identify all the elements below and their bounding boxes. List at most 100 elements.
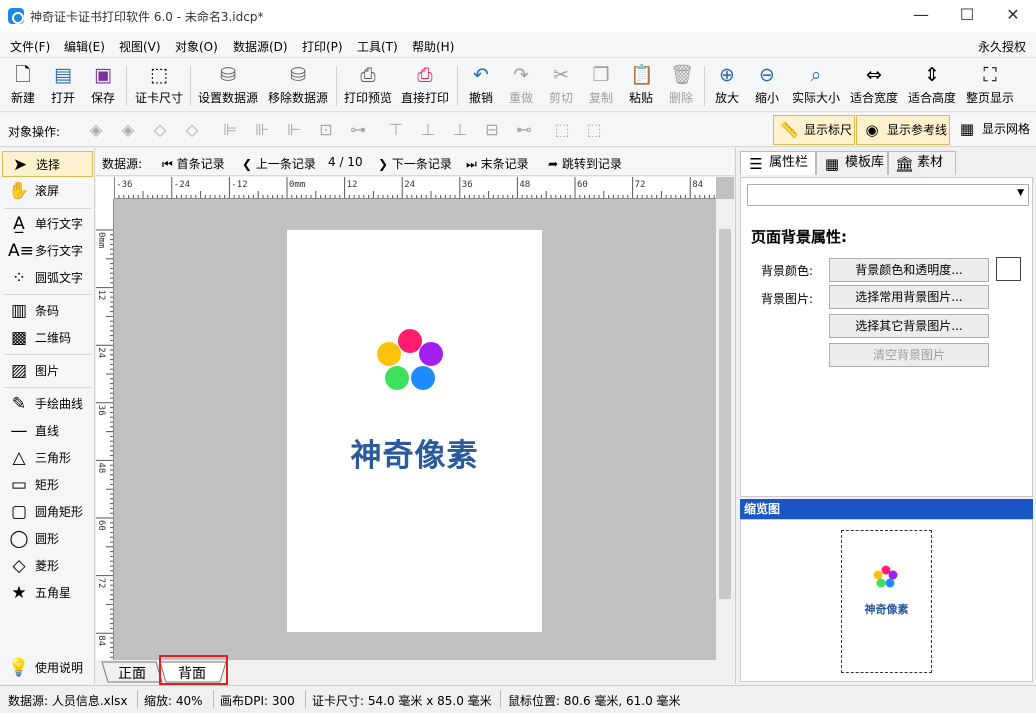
next-record-button[interactable]: ❯ 下一条记录 bbox=[378, 155, 452, 172]
tool-qrcode[interactable]: ▩ 二维码 bbox=[2, 325, 93, 351]
card-size-icon: ⬚ bbox=[150, 64, 168, 86]
align-bottom-icon[interactable]: ⊥ bbox=[450, 120, 470, 140]
menu-help[interactable]: 帮助(H) bbox=[412, 38, 454, 55]
bg-color-button[interactable]: 背景颜色和透明度... bbox=[829, 258, 989, 282]
zoom-in-button[interactable]: ⊕ 放大 bbox=[712, 62, 742, 110]
paste-icon: 📋 bbox=[630, 64, 654, 86]
undo-button[interactable]: ↶ 撤销 bbox=[466, 62, 496, 110]
menu-print[interactable]: 打印(P) bbox=[302, 38, 343, 55]
save-button[interactable]: ▣ 保存 bbox=[88, 62, 118, 110]
tool-round-rect[interactable]: ▢ 圆角矩形 bbox=[2, 499, 93, 525]
cut-button[interactable]: ✂ 剪切 bbox=[546, 62, 576, 110]
new-button[interactable]: 🗋 新建 bbox=[8, 62, 38, 110]
last-record-button[interactable]: ⏭ 末条记录 bbox=[466, 155, 529, 172]
other-bg-button[interactable]: 选择其它背景图片... bbox=[829, 314, 989, 338]
delete-button[interactable]: 🗑 删除 bbox=[666, 62, 696, 110]
backward-icon[interactable]: ◇ bbox=[182, 120, 202, 140]
menu-edit[interactable]: 编辑(E) bbox=[64, 38, 105, 55]
actual-size-button[interactable]: ⌕ 实际大小 bbox=[790, 62, 842, 110]
tool-single-text[interactable]: A̲ 单行文字 bbox=[2, 211, 93, 237]
jump-record-button[interactable]: ➦ 跳转到记录 bbox=[548, 155, 622, 172]
menu-file[interactable]: 文件(F) bbox=[10, 38, 50, 55]
tool-triangle[interactable]: △ 三角形 bbox=[2, 445, 93, 471]
status-zoom: 缩放: 40% bbox=[144, 694, 203, 708]
thumbnail-card[interactable]: 神奇像素 bbox=[841, 530, 932, 673]
common-bg-button[interactable]: 选择常用背景图片... bbox=[829, 285, 989, 309]
card-logo-text[interactable]: 神奇像素 bbox=[287, 430, 542, 475]
clear-bg-button[interactable]: 清空背景图片 bbox=[829, 343, 989, 367]
align-center-icon[interactable]: ⊪ bbox=[252, 120, 272, 140]
tab-materials[interactable]: 🏛素材库 bbox=[888, 151, 956, 192]
help-button[interactable]: 💡 使用说明 bbox=[2, 655, 93, 681]
show-ruler-toggle[interactable]: 📏 显示标尺 bbox=[773, 115, 855, 145]
tool-arc-text[interactable]: ⁘ 圆弧文字 bbox=[2, 265, 93, 291]
tool-multi-text[interactable]: A≡ 多行文字 bbox=[2, 238, 93, 264]
distribute-h-icon[interactable]: ⊶ bbox=[348, 120, 368, 140]
prev-record-button[interactable]: ❮ 上一条记录 bbox=[242, 155, 316, 172]
circle-icon: ◯ bbox=[9, 529, 29, 549]
align-top-icon[interactable]: ⊤ bbox=[386, 120, 406, 140]
menu-object[interactable]: 对象(O) bbox=[175, 38, 218, 55]
trash-icon: 🗑 bbox=[670, 64, 695, 86]
object-ops-label: 对象操作: bbox=[8, 125, 61, 139]
fit-width-icon: ⇔ bbox=[866, 64, 882, 86]
vertical-scrollbar[interactable] bbox=[716, 199, 734, 660]
close-button[interactable]: ✕ bbox=[990, 0, 1036, 32]
undo-icon: ↶ bbox=[473, 64, 489, 86]
card-size-button[interactable]: ⬚ 证卡尺寸 bbox=[133, 62, 185, 110]
bg-color-swatch[interactable] bbox=[996, 257, 1021, 281]
menu-tools[interactable]: 工具(T) bbox=[357, 38, 398, 55]
print-preview-button[interactable]: ⎙ 打印预览 bbox=[343, 62, 393, 110]
tool-rectangle[interactable]: ▭ 矩形 bbox=[2, 472, 93, 498]
maximize-button[interactable]: ☐ bbox=[944, 0, 990, 32]
copy-button[interactable]: ❐ 复制 bbox=[586, 62, 616, 110]
tool-diamond[interactable]: ◇ 菱形 bbox=[2, 553, 93, 579]
same-width-icon[interactable]: ⊡ bbox=[316, 120, 336, 140]
remove-datasource-button[interactable]: ⛁ 移除数据源 bbox=[267, 62, 329, 110]
show-guides-toggle[interactable]: ◉ 显示参考线 bbox=[856, 115, 950, 145]
bring-front-icon[interactable]: ◈ bbox=[86, 120, 106, 140]
zoom-out-button[interactable]: ⊖ 缩小 bbox=[752, 62, 782, 110]
set-datasource-button[interactable]: ⛁ 设置数据源 bbox=[197, 62, 259, 110]
open-button[interactable]: ▤ 打开 bbox=[48, 62, 78, 110]
object-toolbar: 对象操作: ◈ ◈ ◇ ◇ ⊫ ⊪ ⊩ ⊡ ⊶ ⊤ ⊥ ⊥ ⊟ ⊷ ⬚ ⬚ 📏 显… bbox=[0, 113, 1036, 147]
show-grid-toggle[interactable]: ▦ 显示网格 bbox=[952, 115, 1034, 145]
design-canvas[interactable]: -36 -24 -12 0mm 12 24 36 48 60 72 84 0mm 12 24 36 48 60… bbox=[96, 177, 734, 660]
tool-line[interactable]: — 直线 bbox=[2, 418, 93, 444]
minimize-button[interactable]: — bbox=[898, 0, 944, 32]
full-page-button[interactable]: ⛶ 整页显示 bbox=[964, 62, 1016, 110]
tool-select[interactable]: ➤ 选择 bbox=[2, 151, 93, 177]
tool-image[interactable]: ▨ 图片 bbox=[2, 358, 93, 384]
tab-front[interactable]: 正面 bbox=[118, 663, 146, 683]
fit-height-button[interactable]: ⇕ 适合高度 bbox=[906, 62, 958, 110]
send-back-icon[interactable]: ◈ bbox=[118, 120, 138, 140]
align-left-icon[interactable]: ⊫ bbox=[220, 120, 240, 140]
h-ruler-label: 84 bbox=[692, 180, 703, 190]
forward-icon[interactable]: ◇ bbox=[150, 120, 170, 140]
object-select-combo[interactable]: ▼ bbox=[747, 184, 1029, 206]
tool-freehand[interactable]: ✎ 手绘曲线 bbox=[2, 391, 93, 417]
distribute-v-icon[interactable]: ⊷ bbox=[514, 120, 534, 140]
redo-button[interactable]: ↷ 重做 bbox=[506, 62, 536, 110]
tab-templates[interactable]: ▦ 模板库 bbox=[816, 151, 888, 175]
align-middle-icon[interactable]: ⊥ bbox=[418, 120, 438, 140]
scrollbar-thumb[interactable] bbox=[719, 229, 731, 599]
arc-text-icon: ⁘ bbox=[11, 268, 27, 288]
align-right-icon[interactable]: ⊩ bbox=[284, 120, 304, 140]
tool-circle[interactable]: ◯ 圆形 bbox=[2, 526, 93, 552]
same-height-icon[interactable]: ⊟ bbox=[482, 120, 502, 140]
tool-star[interactable]: ★ 五角星 bbox=[2, 580, 93, 606]
direct-print-button[interactable]: ⎙ 直接打印 bbox=[400, 62, 450, 110]
paste-button[interactable]: 📋 粘贴 bbox=[626, 62, 656, 110]
menu-datasource[interactable]: 数据源(D) bbox=[233, 38, 288, 55]
menu-view[interactable]: 视图(V) bbox=[119, 38, 161, 55]
ungroup-icon[interactable]: ⬚ bbox=[584, 120, 604, 140]
fit-width-button[interactable]: ⇔ 适合宽度 bbox=[848, 62, 900, 110]
card-page[interactable]: 神奇像素 bbox=[287, 230, 542, 632]
tool-barcode[interactable]: ▥ 条码 bbox=[2, 298, 93, 324]
group-icon[interactable]: ⬚ bbox=[552, 120, 572, 140]
h-ruler-label: 48 bbox=[519, 180, 530, 190]
tab-properties[interactable]: ☰ 属性栏 bbox=[740, 151, 816, 175]
first-record-button[interactable]: ⏮ 首条记录 bbox=[162, 155, 225, 172]
tool-scroll[interactable]: ✋ 滚屏 bbox=[2, 178, 93, 204]
